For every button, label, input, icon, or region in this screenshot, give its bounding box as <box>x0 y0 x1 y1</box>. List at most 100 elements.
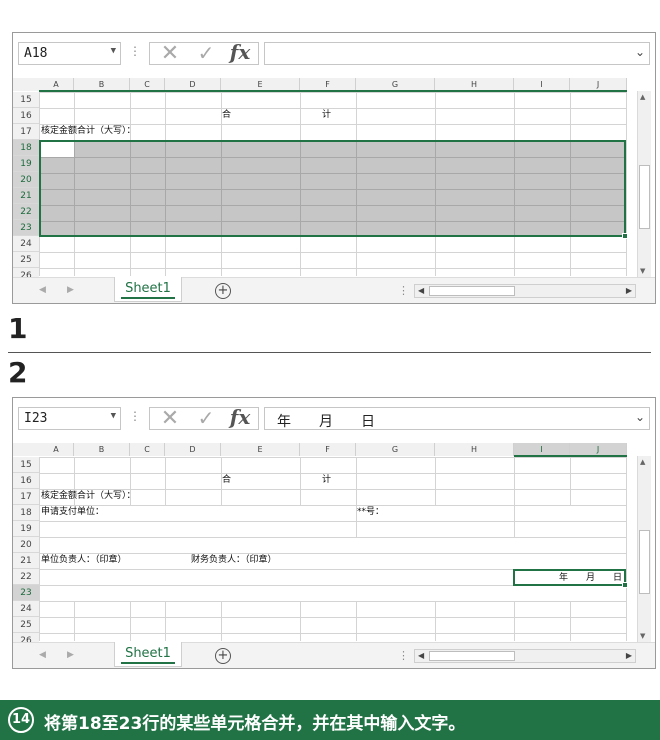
row-header-23[interactable]: 23 <box>13 220 39 236</box>
plus-circle-icon[interactable]: + <box>215 283 231 299</box>
selected-cell-i23[interactable]: 年 月 日 <box>513 569 628 588</box>
column-header-h[interactable]: H <box>435 443 514 456</box>
cell-f16[interactable]: 计 <box>322 473 331 487</box>
horizontal-scroll-thumb[interactable] <box>429 651 515 661</box>
row-header-21[interactable]: 21 <box>13 188 39 204</box>
cell-a21-merged[interactable]: 单位负责人：（印章） <box>41 553 127 567</box>
row-header-23[interactable]: 23 <box>13 585 39 601</box>
formula-buttons: ✕ ✓ fx <box>149 42 259 65</box>
chevron-down-icon[interactable]: ▼ <box>111 46 116 56</box>
enter-icon[interactable]: ✓ <box>188 408 224 429</box>
grid-line <box>300 601 301 641</box>
prev-sheet-icon[interactable]: ◀ <box>39 285 46 295</box>
scroll-right-icon[interactable]: ▶ <box>626 651 632 660</box>
row-header-25[interactable]: 25 <box>13 617 39 633</box>
plus-circle-icon[interactable]: + <box>215 648 231 664</box>
insert-function-icon[interactable]: fx <box>222 42 258 64</box>
cell-grid[interactable] <box>39 457 627 641</box>
column-header-c[interactable]: C <box>130 443 165 456</box>
column-header-d[interactable]: D <box>165 443 221 456</box>
row-header-19[interactable]: 19 <box>13 521 39 537</box>
row-header-25[interactable]: 25 <box>13 252 39 268</box>
active-cell[interactable] <box>41 142 75 157</box>
row-header-22[interactable]: 22 <box>13 569 39 585</box>
cell-a18-merged[interactable]: 申请支付单位： <box>41 505 104 519</box>
cell-e16[interactable]: 合 <box>222 108 231 122</box>
cell-g18-merged[interactable]: **号： <box>357 505 384 519</box>
scroll-up-icon[interactable]: ▲ <box>640 458 645 466</box>
split-handle-icon[interactable]: ⋮ <box>398 284 409 297</box>
vertical-scroll-thumb[interactable] <box>639 530 650 594</box>
row-header-18[interactable]: 18 <box>13 140 39 156</box>
formula-input[interactable]: 年 月 日 ⌄ <box>264 407 650 430</box>
prev-sheet-icon[interactable]: ◀ <box>39 650 46 660</box>
sheet-tab-label: Sheet1 <box>125 646 171 661</box>
grid-line <box>41 205 624 206</box>
next-sheet-icon[interactable]: ▶ <box>67 650 74 660</box>
formula-input[interactable]: ⌄ <box>264 42 650 65</box>
cell-e16[interactable]: 合 <box>222 473 231 487</box>
next-sheet-icon[interactable]: ▶ <box>67 285 74 295</box>
row-header-19[interactable]: 19 <box>13 156 39 172</box>
row-header-20[interactable]: 20 <box>13 537 39 553</box>
split-handle-icon[interactable]: ⋮ <box>398 649 409 662</box>
expand-chevron-icon[interactable]: ⌄ <box>635 410 645 424</box>
row-header-15[interactable]: 15 <box>13 457 39 473</box>
grid-line <box>74 601 75 641</box>
vertical-scrollbar[interactable]: ▲ ▼ <box>637 91 651 277</box>
column-header-e[interactable]: E <box>221 443 300 456</box>
insert-function-icon[interactable]: fx <box>222 407 258 429</box>
row-header-16[interactable]: 16 <box>13 108 39 124</box>
drag-handle-icon[interactable]: ⋮ <box>129 409 141 423</box>
horizontal-scrollbar[interactable]: ◀ ▶ <box>414 284 636 298</box>
cancel-icon[interactable]: ✕ <box>152 43 188 65</box>
grid-line <box>41 221 624 222</box>
selected-range[interactable] <box>39 140 628 239</box>
name-box[interactable]: I23 ▼ <box>18 407 121 430</box>
row-header-20[interactable]: 20 <box>13 172 39 188</box>
cancel-icon[interactable]: ✕ <box>152 408 188 430</box>
scroll-right-icon[interactable]: ▶ <box>626 286 632 295</box>
column-header-g[interactable]: G <box>356 443 435 456</box>
fill-handle[interactable] <box>622 582 628 588</box>
name-box-value: I23 <box>24 411 48 426</box>
row-header-15[interactable]: 15 <box>13 92 39 108</box>
grid-line <box>41 157 624 158</box>
cell-d21-merged[interactable]: 财务负责人：（印章） <box>191 553 277 567</box>
horizontal-scrollbar[interactable]: ◀ ▶ <box>414 649 636 663</box>
horizontal-scroll-thumb[interactable] <box>429 286 515 296</box>
scroll-left-icon[interactable]: ◀ <box>418 651 424 660</box>
row-header-22[interactable]: 22 <box>13 204 39 220</box>
sheet-tab-sheet1[interactable]: Sheet1 <box>114 642 182 667</box>
chevron-down-icon[interactable]: ▼ <box>111 411 116 421</box>
row-header-21[interactable]: 21 <box>13 553 39 569</box>
row-header-16[interactable]: 16 <box>13 473 39 489</box>
row-header-24[interactable]: 24 <box>13 601 39 617</box>
cell-a17[interactable]: 核定金额合计（大写）： <box>41 489 136 503</box>
drag-handle-icon[interactable]: ⋮ <box>129 44 141 58</box>
vertical-scroll-thumb[interactable] <box>639 165 650 229</box>
scroll-left-icon[interactable]: ◀ <box>418 286 424 295</box>
row-header-17[interactable]: 17 <box>13 489 39 505</box>
step-divider <box>8 352 651 353</box>
column-header-b[interactable]: B <box>74 443 130 456</box>
row-header-18[interactable]: 18 <box>13 505 39 521</box>
enter-icon[interactable]: ✓ <box>188 43 224 64</box>
scroll-down-icon[interactable]: ▼ <box>640 632 645 640</box>
column-header-a[interactable]: A <box>39 443 74 456</box>
row-header-24[interactable]: 24 <box>13 236 39 252</box>
grid-line <box>626 457 627 641</box>
name-box-value: A18 <box>24 46 48 61</box>
scroll-up-icon[interactable]: ▲ <box>640 93 645 101</box>
row-header-17[interactable]: 17 <box>13 124 39 140</box>
vertical-scrollbar[interactable]: ▲ ▼ <box>637 456 651 642</box>
step-label-2: 2 <box>8 356 28 389</box>
expand-chevron-icon[interactable]: ⌄ <box>635 45 645 59</box>
name-box[interactable]: A18 ▼ <box>18 42 121 65</box>
sheet-tab-sheet1[interactable]: Sheet1 <box>114 277 182 302</box>
cell-a17[interactable]: 核定金额合计（大写）： <box>41 124 136 138</box>
fill-handle[interactable] <box>622 233 628 239</box>
scroll-down-icon[interactable]: ▼ <box>640 267 645 275</box>
column-header-f[interactable]: F <box>300 443 356 456</box>
cell-f16[interactable]: 计 <box>322 108 331 122</box>
